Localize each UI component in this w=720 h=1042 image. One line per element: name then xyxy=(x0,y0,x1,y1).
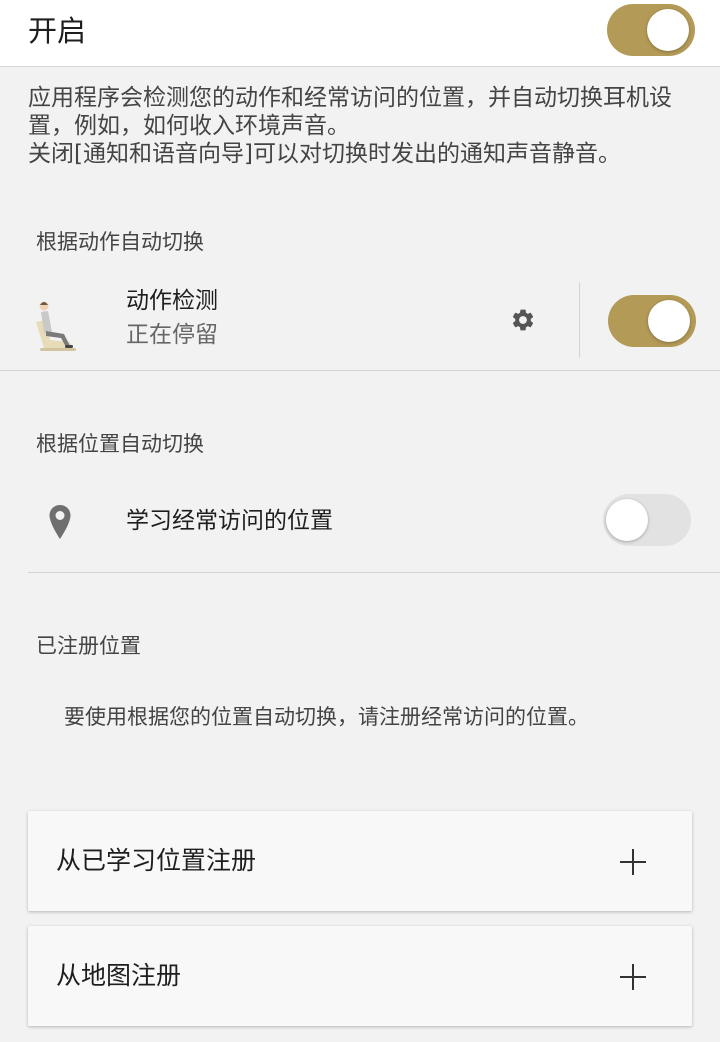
learn-locations-label: 学习经常访问的位置 xyxy=(126,508,333,534)
registered-section-header: 已注册位置 xyxy=(36,634,141,658)
register-from-learned-card[interactable]: 从已学习位置注册 xyxy=(28,811,692,911)
register-from-map-label: 从地图注册 xyxy=(56,961,182,990)
plus-icon xyxy=(620,849,646,875)
learn-locations-row[interactable]: 学习经常访问的位置 xyxy=(0,486,720,558)
registered-note: 要使用根据您的位置自动切换，请注册经常访问的位置。 xyxy=(64,705,589,729)
motion-detection-row[interactable]: 动作检测 正在停留 xyxy=(0,274,720,370)
learn-locations-toggle[interactable] xyxy=(603,494,691,546)
plus-icon xyxy=(620,964,646,990)
motion-detection-status: 正在停留 xyxy=(126,322,218,348)
register-from-map-card[interactable]: 从地图注册 xyxy=(28,926,692,1026)
main-toggle-label: 开启 xyxy=(28,14,87,48)
toggle-knob xyxy=(648,300,690,342)
motion-detection-toggle[interactable] xyxy=(608,295,696,347)
divider xyxy=(28,572,720,573)
sitting-person-icon xyxy=(36,301,76,351)
register-from-learned-label: 从已学习位置注册 xyxy=(56,846,257,875)
feature-description: 应用程序会检测您的动作和经常访问的位置，并自动切换耳机设置，例如，如何收入环境声… xyxy=(28,84,698,168)
motion-detection-title: 动作检测 xyxy=(126,288,218,314)
location-pin-icon xyxy=(49,505,71,539)
description-line-2: 关闭[通知和语音向导]可以对切换时发出的通知声音静音。 xyxy=(28,141,621,167)
description-line-1: 应用程序会检测您的动作和经常访问的位置，并自动切换耳机设置，例如，如何收入环境声… xyxy=(28,85,672,139)
vertical-separator xyxy=(579,282,580,358)
toggle-knob xyxy=(647,9,689,51)
divider xyxy=(0,370,720,371)
main-toggle-switch[interactable] xyxy=(607,4,695,56)
gear-icon[interactable] xyxy=(510,307,536,333)
main-toggle-row: 开启 xyxy=(0,0,720,67)
motion-section-header: 根据动作自动切换 xyxy=(36,230,204,254)
location-section-header: 根据位置自动切换 xyxy=(36,432,204,456)
toggle-knob xyxy=(606,499,648,541)
